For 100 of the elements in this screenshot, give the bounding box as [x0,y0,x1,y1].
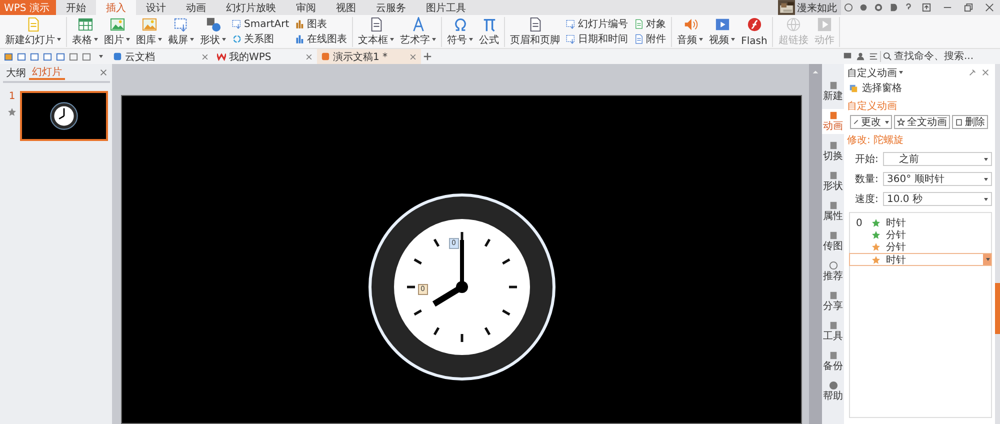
dropdown-field[interactable]: 之前 [883,152,992,166]
animation-item[interactable]: 0 时针 [850,217,991,229]
ribbon-button[interactable]: 图片 [101,16,133,46]
panel-tab[interactable]: 大纲 [3,65,29,80]
animation-item[interactable]: 时针 [849,253,992,266]
sidebar-button[interactable]: 新建 [822,79,844,104]
menu-tab[interactable]: 图片工具 [416,0,476,15]
sidebar-button[interactable]: 分享 [822,289,844,314]
restore-icon[interactable] [964,3,973,12]
close-icon[interactable] [201,52,209,60]
document-tab[interactable]: 我的WPS [213,49,317,64]
document-tab[interactable]: 演示文稿1 * [317,49,421,64]
ribbon-button[interactable]: 日期和时间 [563,32,632,46]
star-icon [8,108,16,116]
modify-heading: 修改: 陀螺旋 [847,134,905,147]
sidebar-button[interactable]: 推荐 [822,259,844,284]
panel-title[interactable]: 自定义动画 [847,66,903,80]
list-icon[interactable] [869,52,878,61]
caret-icon [126,38,130,41]
ribbon-button[interactable]: 图表 [292,17,350,31]
ribbon-button[interactable]: 在线图表 [292,32,350,46]
animation-item[interactable]: 分针 [850,241,991,253]
close-icon[interactable] [409,52,417,60]
close-icon[interactable] [305,52,313,60]
caret-icon [432,38,436,41]
clock-drawing [50,102,78,130]
gallery-icon [142,16,156,32]
ribbon-button[interactable]: 文本框 [355,16,398,46]
close-icon[interactable] [99,68,108,77]
menu-tab[interactable]: 动画 [176,0,216,15]
sidebar-button[interactable]: 传图 [822,229,844,254]
close-icon[interactable] [985,3,994,12]
sidebar-button[interactable]: 切换 [822,139,844,164]
user-icon[interactable] [856,52,865,61]
help-icon[interactable] [904,3,913,12]
search-icon [883,52,892,61]
panel-tab[interactable]: 幻灯片 [29,65,65,80]
caret-icon[interactable] [99,55,103,58]
menu-tab[interactable]: 云服务 [366,0,416,15]
menu-tab[interactable]: 开始 [56,0,96,15]
dropdown-field[interactable]: 10.0 秒 [883,192,992,206]
menu-tab[interactable]: 视图 [326,0,366,15]
object-icon [634,19,644,29]
search-field[interactable]: 查找命令、搜索... [880,51,996,62]
ribbon-button[interactable]: 新建幻灯片 [2,16,64,46]
folder-icon[interactable] [4,52,13,61]
selection-pane-link[interactable]: 选择窗格 [847,81,992,95]
animation-item[interactable]: 分针 [850,229,991,241]
caret-icon [57,38,61,41]
ribbon-button[interactable]: 视频 [706,16,738,46]
panel-button[interactable]: 更改 [850,115,892,129]
ribbon-button[interactable]: 表格 [69,16,101,46]
layers-icon [849,84,858,92]
ribbon-button[interactable]: Flash [738,16,770,46]
scrollbar-thumb[interactable] [995,283,1000,334]
chart-icon [295,34,306,44]
caret-icon [158,38,162,41]
add-tab-icon[interactable] [423,52,432,61]
ribbon-button[interactable]: 关系图 [229,32,292,46]
sidebar-button[interactable]: 属性 [822,199,844,224]
ribbon-button[interactable]: 幻灯片编号 [563,17,632,31]
panel-button[interactable]: 删除 [952,115,988,129]
ribbon-button[interactable]: 对象 [631,17,670,31]
menu-tab[interactable]: 设计 [136,0,176,15]
ribbon-button[interactable]: 页眉和页脚 [507,16,564,46]
menu-tab[interactable]: 插入 [96,0,136,15]
caret-icon [94,38,98,41]
slide-thumbnail[interactable] [20,91,108,141]
menu-tab[interactable]: 幻灯片放映 [216,0,286,15]
sidebar-button[interactable]: 形状 [822,169,844,194]
sidebar-button[interactable]: 帮助 [822,379,844,404]
ribbon-button[interactable]: 符号 [444,16,476,46]
trash-icon [955,118,963,126]
restore-up-icon[interactable] [922,3,931,12]
ribbon-button[interactable]: SmartArt [229,17,292,31]
slide-number: 1 [8,91,16,102]
symbol-icon [452,16,468,32]
monitor-icon[interactable] [843,52,852,61]
close-icon[interactable] [981,68,990,77]
user-name: 漫来如此 [797,2,837,14]
ribbon-button[interactable]: 艺术字 [397,16,440,46]
panel-button[interactable]: 全文动画 [894,115,950,129]
ribbon-button[interactable]: 公式 [476,16,502,46]
ribbon-button[interactable]: 音频 [674,16,706,46]
chart-icon [295,19,306,29]
pin-icon[interactable] [968,68,977,77]
sidebar-button[interactable]: 工具 [822,319,844,344]
ribbon-button[interactable]: 附件 [631,32,670,46]
pencil-icon [853,118,859,126]
sidebar-button[interactable]: 备份 [822,349,844,374]
dropdown-field[interactable]: 360° 顺时针 [883,172,992,186]
ribbon-button[interactable]: 形状 [197,16,229,46]
ribbon-button[interactable]: 截屏 [165,16,197,46]
sidebar-button[interactable]: 动画 [822,109,844,134]
document-tab[interactable]: 云文档 [109,49,213,64]
attachment-icon [634,34,644,44]
ribbon-button[interactable]: 图库 [133,16,165,46]
menu-tab[interactable]: 审阅 [286,0,326,15]
formula-icon [482,16,497,32]
user-badge[interactable]: 漫来如此 [778,0,841,15]
